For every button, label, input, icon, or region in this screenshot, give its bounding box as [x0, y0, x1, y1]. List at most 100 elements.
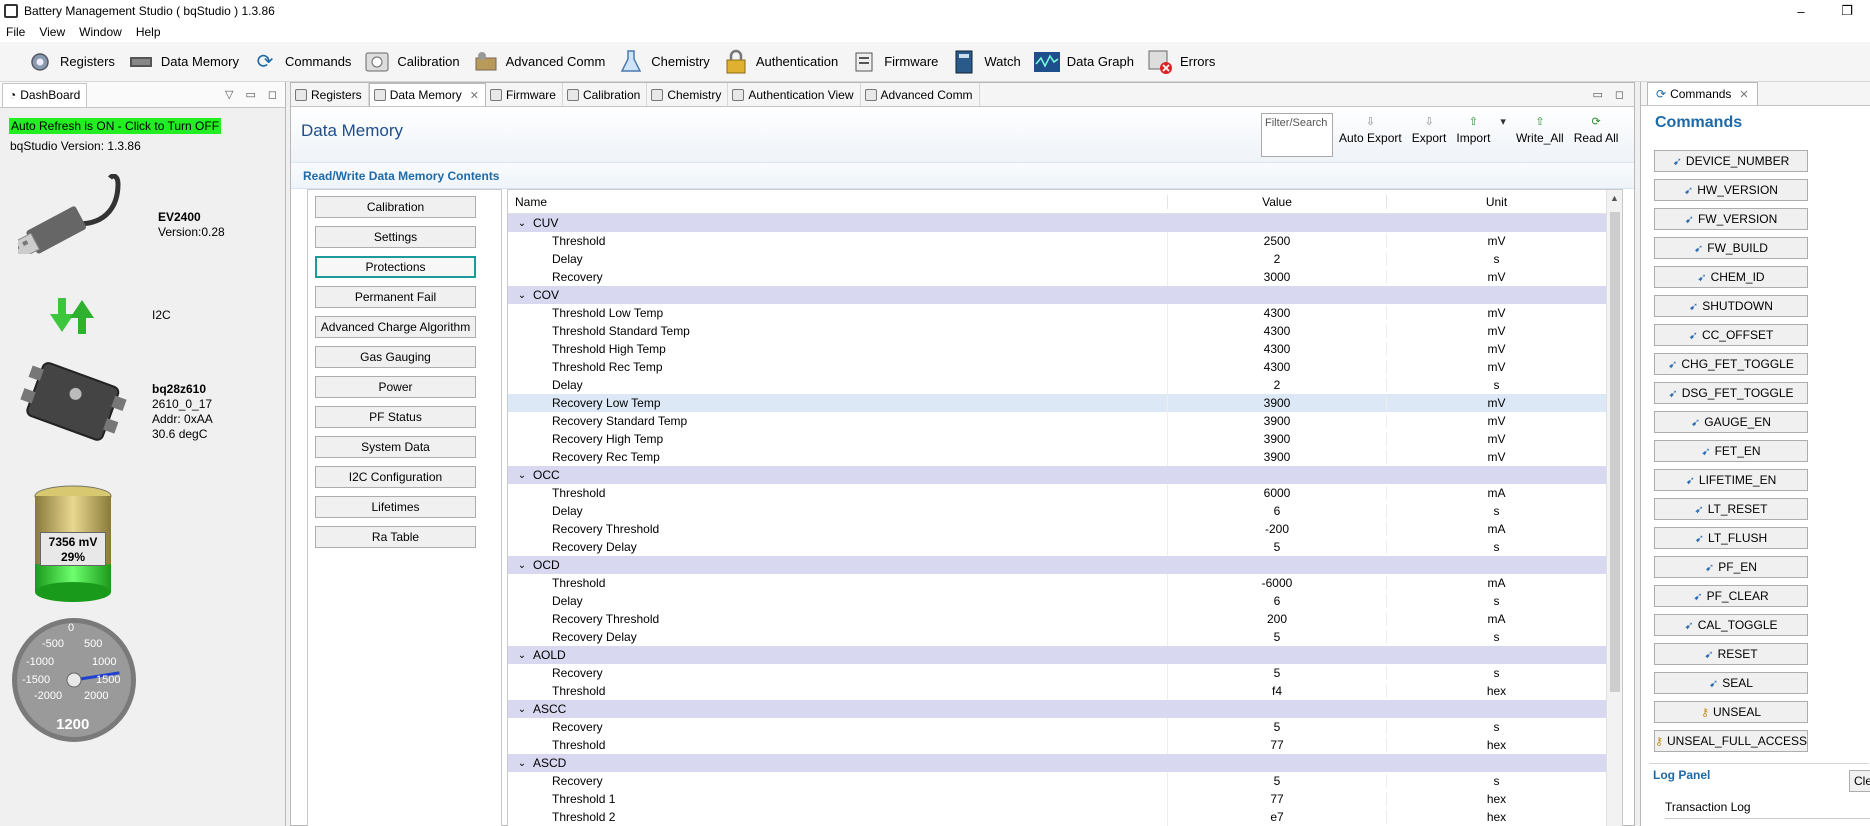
value-cell[interactable]: e7 — [1168, 810, 1387, 824]
filter-search-input[interactable]: Filter/Search — [1261, 113, 1333, 157]
command-unseal-button[interactable]: ⚷ UNSEAL — [1654, 701, 1808, 723]
value-cell[interactable]: 2 — [1168, 252, 1387, 266]
tab-registers[interactable]: Registers — [291, 83, 369, 106]
value-cell[interactable]: -200 — [1168, 522, 1387, 536]
value-cell[interactable]: 3900 — [1168, 396, 1387, 410]
value-cell[interactable]: 3000 — [1168, 270, 1387, 284]
value-cell[interactable]: 5 — [1168, 774, 1387, 788]
value-cell[interactable]: 5 — [1168, 720, 1387, 734]
chevron-down-icon[interactable]: ⌄ — [515, 560, 529, 571]
command-hw-version-button[interactable]: ➹ HW_VERSION — [1654, 179, 1808, 201]
toolbar-data-graph[interactable]: Data Graph — [1033, 44, 1134, 80]
table-row[interactable]: Threshold -6000 mA — [508, 574, 1622, 592]
value-cell[interactable]: 6000 — [1168, 486, 1387, 500]
tab-dashboard[interactable]: ◔ DashBoard — [2, 82, 88, 107]
value-cell[interactable]: 2500 — [1168, 234, 1387, 248]
clear-log-button[interactable]: Cle — [1849, 770, 1870, 792]
value-cell[interactable]: 4300 — [1168, 342, 1387, 356]
table-row[interactable]: Recovery Delay 5 s — [508, 538, 1622, 556]
column-value[interactable]: Value — [1168, 194, 1387, 209]
toolbar-calibration[interactable]: Calibration — [363, 44, 460, 80]
table-group-row[interactable]: ⌄ COV — [508, 286, 1622, 304]
tab-advanced-comm[interactable]: Advanced Comm — [861, 83, 980, 106]
chevron-down-icon[interactable]: ⌄ — [515, 704, 529, 715]
table-row[interactable]: Threshold Rec Temp 4300 mV — [508, 358, 1622, 376]
class-advanced-charge-algorithm-button[interactable]: Advanced Charge Algorithm — [315, 316, 476, 338]
toolbar-chemistry[interactable]: Chemistry — [617, 44, 710, 80]
value-cell[interactable]: 200 — [1168, 612, 1387, 626]
export-button[interactable]: ⇩ Export — [1412, 115, 1447, 145]
value-cell[interactable]: 5 — [1168, 630, 1387, 644]
class-i2c-configuration-button[interactable]: I2C Configuration — [315, 466, 476, 488]
chevron-down-icon[interactable]: ⌄ — [515, 650, 529, 661]
class-calibration-button[interactable]: Calibration — [315, 196, 476, 218]
column-name[interactable]: Name — [508, 194, 1168, 209]
table-row[interactable]: Recovery Threshold 200 mA — [508, 610, 1622, 628]
table-row[interactable]: Delay 6 s — [508, 502, 1622, 520]
table-group-row[interactable]: ⌄ OCD — [508, 556, 1622, 574]
table-row[interactable]: Delay 2 s — [508, 250, 1622, 268]
command-lifetime-en-button[interactable]: ➹ LIFETIME_EN — [1654, 469, 1808, 491]
toolbar-commands[interactable]: ⟳ Commands — [251, 44, 352, 80]
table-row[interactable]: Recovery Delay 5 s — [508, 628, 1622, 646]
value-cell[interactable]: 3900 — [1168, 414, 1387, 428]
toolbar-data-memory[interactable]: Data Memory — [127, 44, 239, 80]
table-row[interactable]: Recovery High Temp 3900 mV — [508, 430, 1622, 448]
table-row[interactable]: Recovery Low Temp 3900 mV — [508, 394, 1622, 412]
command-chem-id-button[interactable]: ➹ CHEM_ID — [1654, 266, 1808, 288]
toolbar-registers[interactable]: Registers — [26, 44, 115, 80]
auto-export-button[interactable]: ⇩ Auto Export — [1339, 115, 1402, 145]
menu-file[interactable]: File — [6, 25, 25, 39]
tab-commands[interactable]: ⟳ Commands ✕ — [1647, 82, 1758, 105]
toolbar-watch[interactable]: Watch — [950, 44, 1021, 80]
value-cell[interactable]: 3900 — [1168, 450, 1387, 464]
table-row[interactable]: Recovery 5 s — [508, 718, 1622, 736]
table-group-row[interactable]: ⌄ ASCC — [508, 700, 1622, 718]
class-power-button[interactable]: Power — [315, 376, 476, 398]
table-group-row[interactable]: ⌄ CUV — [508, 214, 1622, 232]
class-permanent-fail-button[interactable]: Permanent Fail — [315, 286, 476, 308]
value-cell[interactable]: 5 — [1168, 540, 1387, 554]
command-fw-build-button[interactable]: ➹ FW_BUILD — [1654, 237, 1808, 259]
maximize-view-icon[interactable]: ◻ — [1615, 88, 1624, 101]
command-reset-button[interactable]: ➹ RESET — [1654, 643, 1808, 665]
value-cell[interactable]: 4300 — [1168, 306, 1387, 320]
tab-chemistry[interactable]: Chemistry — [647, 83, 729, 106]
value-cell[interactable]: -6000 — [1168, 576, 1387, 590]
table-row[interactable]: Delay 6 s — [508, 592, 1622, 610]
command-pf-clear-button[interactable]: ➹ PF_CLEAR — [1654, 585, 1808, 607]
table-row[interactable]: Threshold 6000 mA — [508, 484, 1622, 502]
command-seal-button[interactable]: ➹ SEAL — [1654, 672, 1808, 694]
command-cc-offset-button[interactable]: ➹ CC_OFFSET — [1654, 324, 1808, 346]
tab-authentication-view[interactable]: Authentication View — [728, 83, 861, 106]
menu-view[interactable]: View — [39, 25, 65, 39]
table-row[interactable]: Recovery 3000 mV — [508, 268, 1622, 286]
minimize-view-icon[interactable]: ▭ — [1592, 88, 1602, 101]
table-row[interactable]: Delay 2 s — [508, 376, 1622, 394]
value-cell[interactable]: 77 — [1168, 792, 1387, 806]
table-row[interactable]: Threshold 77 hex — [508, 736, 1622, 754]
command-fw-version-button[interactable]: ➹ FW_VERSION — [1654, 208, 1808, 230]
toolbar-firmware[interactable]: Firmware — [850, 44, 938, 80]
tab-data-memory[interactable]: Data Memory ✕ — [368, 83, 486, 106]
class-pf-status-button[interactable]: PF Status — [315, 406, 476, 428]
table-row[interactable]: Threshold 2 e7 hex — [508, 808, 1622, 826]
class-lifetimes-button[interactable]: Lifetimes — [315, 496, 476, 518]
chevron-down-icon[interactable]: ⌄ — [515, 758, 529, 769]
value-cell[interactable]: 6 — [1168, 504, 1387, 518]
table-row[interactable]: Threshold 2500 mV — [508, 232, 1622, 250]
chevron-down-icon[interactable]: ⌄ — [515, 290, 529, 301]
menu-window[interactable]: Window — [79, 25, 122, 39]
class-ra-table-button[interactable]: Ra Table — [315, 526, 476, 548]
maximize-view-icon[interactable]: ◻ — [268, 88, 277, 101]
value-cell[interactable]: 5 — [1168, 666, 1387, 680]
menu-help[interactable]: Help — [136, 25, 161, 39]
close-tab-icon[interactable]: ✕ — [470, 89, 479, 102]
toolbar-authentication[interactable]: Authentication — [722, 44, 838, 80]
class-settings-button[interactable]: Settings — [315, 226, 476, 248]
tab-firmware[interactable]: Firmware — [486, 83, 563, 106]
import-button[interactable]: ⇧ Import — [1456, 115, 1490, 145]
tab-calibration[interactable]: Calibration — [563, 83, 648, 106]
command-fet-en-button[interactable]: ➹ FET_EN — [1654, 440, 1808, 462]
import-dropdown[interactable]: ▾ — [1500, 115, 1506, 145]
